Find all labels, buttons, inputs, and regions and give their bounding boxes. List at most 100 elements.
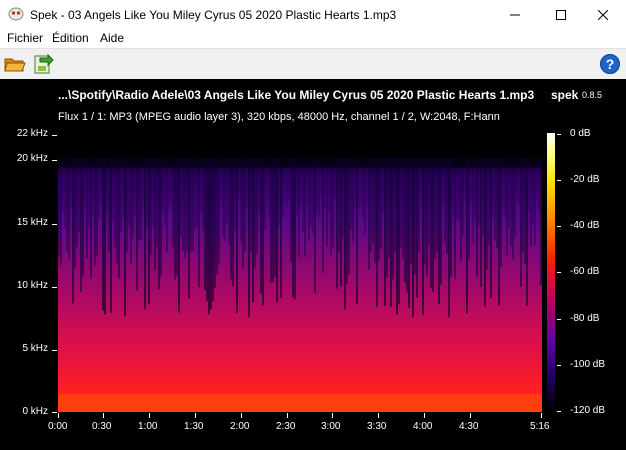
spectrogram-streak [106, 158, 108, 213]
spectrogram-streak [270, 158, 272, 283]
spectrogram-streak [252, 158, 254, 303]
spectrogram-streak [456, 158, 458, 219]
spectrogram-streak [192, 158, 194, 251]
spectrogram-streak [524, 158, 526, 265]
db-label-minus80: -80 dB [570, 313, 600, 324]
spectrogram-streak [302, 158, 304, 232]
close-button[interactable] [580, 0, 626, 30]
spectrogram-streak [86, 158, 88, 258]
time-tick [103, 413, 104, 418]
spectrogram-streak [62, 158, 64, 212]
spectrogram-streak [324, 158, 326, 209]
spectrogram-streak [530, 158, 532, 247]
spectrogram-streak [366, 158, 368, 202]
spectrogram-streak [362, 158, 364, 221]
open-file-button[interactable] [4, 53, 26, 75]
spectrogram-streak [100, 158, 102, 205]
spectrogram-streak [268, 158, 270, 217]
spectrogram-streak [506, 158, 508, 257]
help-button[interactable]: ? [600, 54, 620, 74]
spectrogram-streak [228, 158, 230, 246]
spectrogram-streak [370, 158, 372, 251]
freq-label-15khz: 15 kHz [16, 217, 48, 228]
spectrogram-streak [314, 158, 316, 293]
db-label-minus60: -60 dB [570, 266, 600, 277]
spectrogram-streak [430, 158, 432, 289]
time-tick [58, 413, 59, 418]
spectrogram-streak [218, 158, 220, 265]
spectrogram-streak [488, 158, 490, 246]
spectrogram-streak [332, 158, 334, 248]
spectrogram-streak [504, 158, 506, 218]
spectrogram-streak [174, 158, 176, 280]
spectrogram-streak [492, 158, 494, 220]
spectrogram-streak [420, 158, 422, 208]
spectrogram-streak [110, 158, 112, 313]
spectrogram-streak [276, 158, 278, 303]
db-tick [557, 226, 561, 227]
spectrogram-streak [390, 158, 392, 307]
spectrogram-streak [304, 158, 306, 257]
spek-app-icon [8, 7, 24, 21]
minimize-icon [510, 14, 520, 16]
spectrogram-panel: ...\Spotify\Radio Adele\03 Angels Like Y… [0, 79, 626, 450]
spectrogram-streak [328, 158, 330, 212]
db-tick [557, 180, 561, 181]
spectrogram-streak [144, 158, 146, 310]
spectrogram-streak [142, 158, 144, 208]
spectrogram-streak [480, 158, 482, 287]
spectrogram-streak [330, 158, 332, 256]
menu-aide[interactable]: Aide [100, 31, 124, 45]
spectrogram-streak [240, 158, 242, 242]
spectrogram-streak [448, 158, 450, 317]
spectrogram-streak [374, 158, 376, 263]
spectrogram-streak [378, 158, 380, 262]
spectrogram-streak [290, 158, 292, 263]
spectrogram-streak [458, 158, 460, 223]
spectrogram-streak [138, 158, 140, 241]
spectrogram-streak [298, 158, 300, 258]
time-label-1-30: 1:30 [184, 421, 204, 432]
time-tick [149, 413, 150, 418]
spectrogram-streak [190, 158, 192, 253]
spectrogram-streak [440, 158, 442, 285]
menu-edition[interactable]: Édition [52, 31, 89, 45]
spectrogram-streak [346, 158, 348, 285]
spectrogram-streak [128, 158, 130, 226]
spectrogram-streak [282, 158, 284, 219]
spectrogram-streak [266, 158, 268, 201]
spectrogram-streak [230, 158, 232, 281]
db-label-minus100: -100 dB [570, 359, 606, 370]
maximize-button[interactable] [538, 0, 584, 30]
spectrogram-streak [470, 158, 472, 203]
spectrogram-streak [368, 158, 370, 271]
spectrogram-streak [254, 158, 256, 269]
spectrogram-streak [316, 158, 318, 215]
spectrogram-streak [386, 158, 388, 278]
spectrogram-streak [244, 158, 246, 251]
spectrogram-streak [404, 158, 406, 283]
spectrogram-streak [380, 158, 382, 249]
time-label-4-30: 4:30 [459, 421, 479, 432]
spectrogram-streak [408, 158, 410, 308]
minimize-button[interactable] [492, 0, 538, 30]
spectrogram-streak [514, 158, 516, 238]
spectrogram-streak [472, 158, 474, 245]
spectrogram-streak [94, 158, 96, 266]
spectrogram-streak [236, 158, 238, 313]
time-label-2-00: 2:00 [230, 421, 250, 432]
save-export-icon [34, 53, 54, 74]
spectrogram-streak [184, 158, 186, 258]
spectrogram-streak [396, 158, 398, 315]
spectrogram-streak [402, 158, 404, 258]
spectrogram-streak [194, 158, 196, 230]
menu-fichier[interactable]: Fichier [7, 31, 43, 45]
spectrogram-streak [446, 158, 448, 255]
spectrogram-streak [72, 158, 74, 304]
save-button[interactable] [32, 53, 54, 75]
spectrogram-streak [214, 158, 216, 288]
spectrogram-streak [338, 158, 340, 253]
spectrogram-streak [538, 158, 540, 214]
spectrogram-streak [172, 158, 174, 248]
spectrogram-streak [274, 158, 276, 278]
